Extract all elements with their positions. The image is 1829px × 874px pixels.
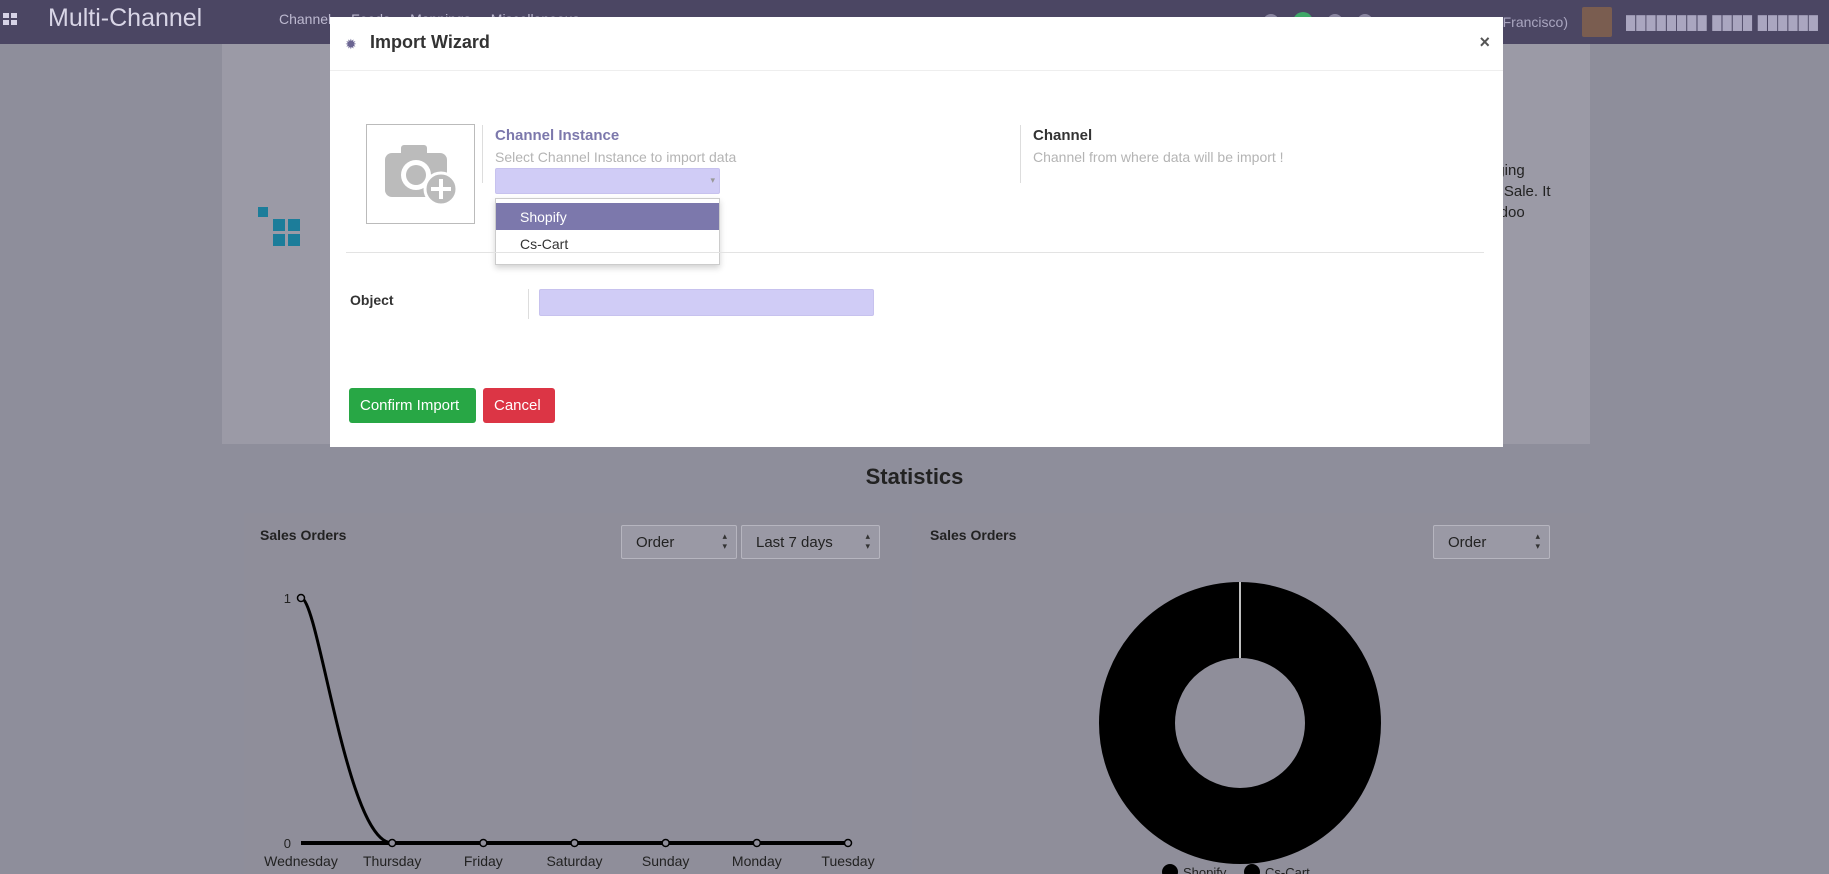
channel-instance-help: Select Channel Instance to import data xyxy=(495,149,737,165)
divider xyxy=(482,125,483,183)
option-shopify[interactable]: Shopify xyxy=(496,203,719,230)
sales-orders-line-panel: Sales Orders Order Last 7 days 01Wednesd… xyxy=(244,513,900,874)
camera-add-icon xyxy=(384,145,458,207)
data-point xyxy=(296,593,306,603)
legend-marker xyxy=(1162,864,1178,874)
user-name[interactable]: ████████ ████ ██████ xyxy=(1626,15,1819,30)
sales-line-chart: 0 1 Wednesday Thursday Friday Saturday Sunday M… xyxy=(264,591,874,869)
divider xyxy=(528,289,529,319)
legend-label: Shopify xyxy=(1183,865,1227,874)
cancel-button[interactable]: Cancel xyxy=(483,388,555,423)
legend-marker xyxy=(1244,864,1260,874)
menu-item-channel[interactable]: Channel xyxy=(279,11,331,27)
x-tick-label: Wednesday xyxy=(264,853,338,869)
data-point xyxy=(752,838,762,848)
x-tick-label: Friday xyxy=(464,853,503,869)
x-tick-label: Tuesday xyxy=(821,853,874,869)
import-wizard-dialog: ✹ Import Wizard × Channel Instance Selec… xyxy=(330,17,1503,447)
image-upload-field[interactable] xyxy=(366,124,475,224)
channel-label: Channel xyxy=(1033,127,1093,144)
x-tick-label: Monday xyxy=(732,853,782,869)
legend-label: Cs-Cart xyxy=(1265,865,1310,874)
x-tick-label: Thursday xyxy=(363,853,421,869)
app-brand[interactable]: Multi-Channel xyxy=(48,4,202,33)
x-tick-label: Sunday xyxy=(642,853,689,869)
channel-instance-label: Channel Instance xyxy=(495,127,620,144)
bug-icon: ✹ xyxy=(345,36,357,52)
channel-help: Channel from where data will be import ! xyxy=(1033,149,1284,165)
data-point xyxy=(387,838,397,848)
statistics-heading: Statistics xyxy=(865,464,964,489)
data-point xyxy=(570,838,579,848)
object-label: Object xyxy=(350,292,394,308)
series-line xyxy=(300,596,848,845)
dialog-header: ✹ Import Wizard × xyxy=(330,17,1503,71)
channel-instance-dropdown: Shopify Cs-Cart xyxy=(495,198,720,265)
sales-donut-chart: Shopify Cs-Cart xyxy=(1099,582,1381,874)
dialog-title: Import Wizard xyxy=(370,32,490,52)
data-point xyxy=(661,838,670,848)
separator xyxy=(346,252,1484,253)
data-point xyxy=(843,838,853,848)
close-icon[interactable]: × xyxy=(1479,32,1490,53)
user-avatar[interactable] xyxy=(1581,7,1612,37)
data-point xyxy=(479,838,488,848)
apps-menu-icon[interactable] xyxy=(3,13,17,25)
object-select[interactable] xyxy=(539,289,874,316)
channel-instance-select[interactable] xyxy=(495,168,720,194)
confirm-import-button[interactable]: Confirm Import xyxy=(349,388,476,423)
divider xyxy=(1020,125,1021,183)
y-tick-label: 1 xyxy=(284,591,291,606)
multichannel-logo-icon xyxy=(256,205,306,255)
sales-orders-donut-panel: Sales Orders Order ShopifyCs-Cart xyxy=(912,513,1590,874)
y-tick-label: 0 xyxy=(284,836,291,851)
x-tick-label: Saturday xyxy=(546,853,602,869)
